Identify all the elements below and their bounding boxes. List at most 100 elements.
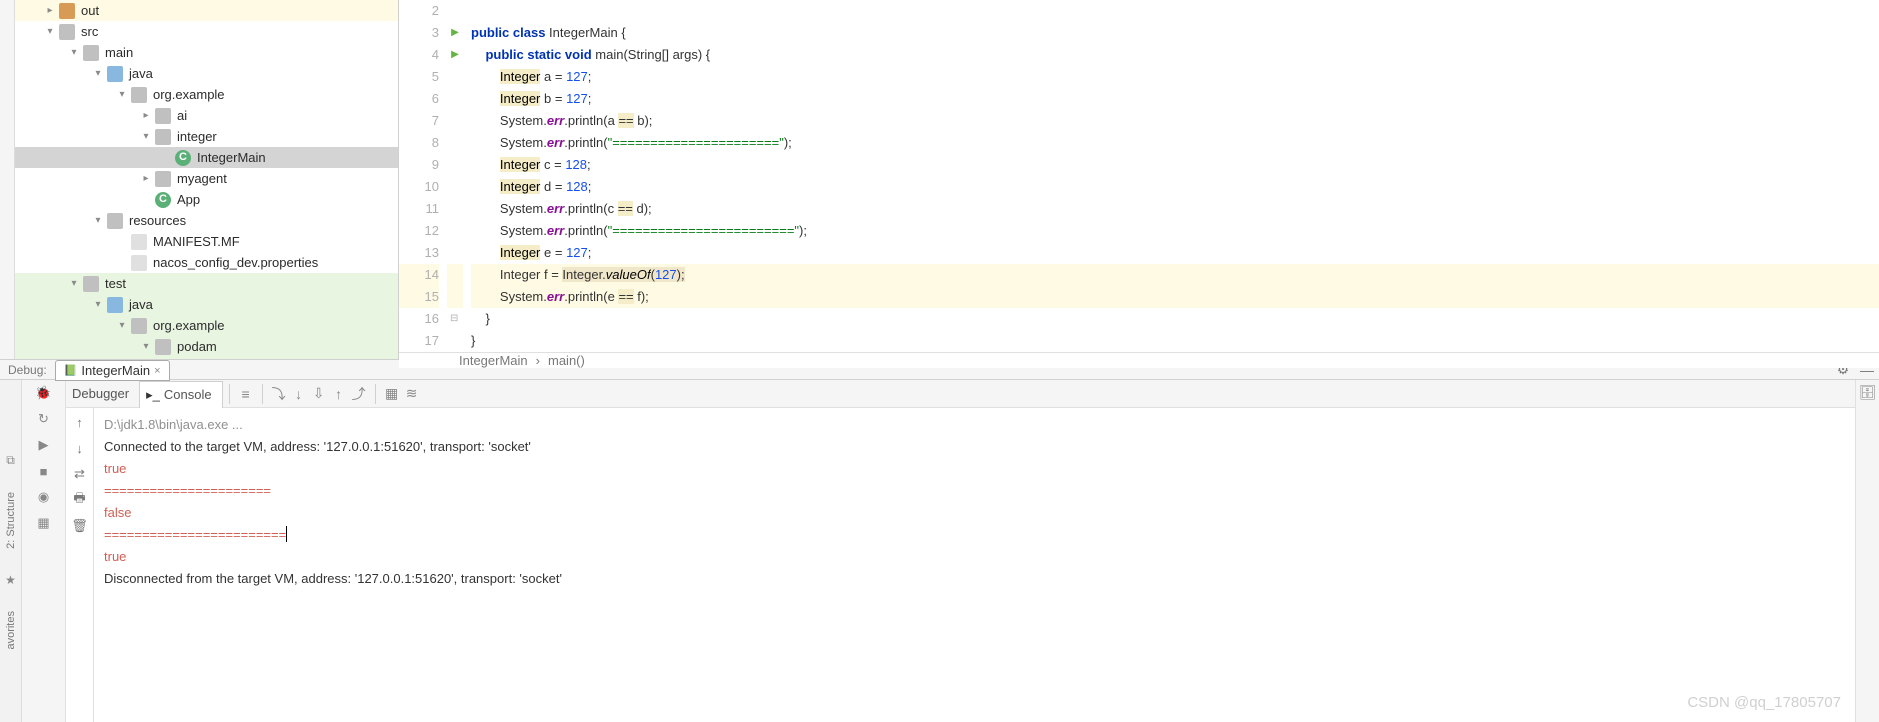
tab-label: Console [164, 387, 212, 402]
tab-console[interactable]: ▸_ Console [139, 381, 222, 409]
console-line: Connected to the target VM, address: '12… [104, 436, 1845, 458]
run-icon[interactable]: ▶ [447, 22, 463, 44]
tree-item-java[interactable]: ▾ java [15, 63, 398, 84]
console-line: true [104, 458, 1845, 480]
print-icon[interactable]: 🖶 [72, 492, 88, 508]
structure-icon[interactable]: ⧉ [6, 453, 15, 468]
tree-item-integer[interactable]: ▾ integer [15, 126, 398, 147]
project-rail[interactable] [0, 0, 15, 359]
code-editor[interactable]: 234567891011121314151617 ▶▶⊟ public clas… [399, 0, 1879, 359]
debug-tabs: Debugger ▸_ Console ≡ ⤵ ↓ ⇩ ↑ ⤴ ▦ ≋ [66, 380, 1855, 408]
layout-icon[interactable]: ▦ [35, 514, 53, 532]
chevron-down-icon: ▾ [141, 126, 151, 147]
tree-item-out[interactable]: ▸ out [15, 0, 398, 21]
tree-item-orgexample2[interactable]: ▾ org.example [15, 315, 398, 336]
file-icon [131, 255, 147, 271]
tree-item-resources[interactable]: ▾ resources [15, 210, 398, 231]
run-gutter[interactable]: ▶▶⊟ [447, 0, 463, 352]
tab-debugger[interactable]: Debugger [66, 380, 139, 408]
down-icon[interactable]: ↓ [72, 440, 88, 456]
tree-label: myagent [177, 168, 227, 189]
rerun-icon[interactable]: ↻ [35, 410, 53, 428]
chevron-down-icon: ▾ [69, 42, 79, 63]
step-over-icon[interactable]: ⤵ [269, 384, 289, 404]
chevron-right-icon: ▸ [141, 168, 151, 189]
console-line: true [104, 546, 1845, 568]
resources-icon [107, 213, 123, 229]
favorites-icon[interactable]: ★ [5, 573, 16, 587]
breadcrumb-item[interactable]: main() [548, 353, 585, 368]
database-icon[interactable]: 🗄 [1859, 384, 1877, 401]
chevron-down-icon: ▾ [141, 336, 151, 357]
chevron-down-icon: ▾ [93, 210, 103, 231]
debug-session-tab[interactable]: 📗 IntegerMain × [55, 360, 170, 381]
tree-label: App [177, 189, 200, 210]
step-into-icon[interactable]: ↓ [289, 384, 309, 404]
wrap-icon[interactable]: ⇄ [72, 466, 88, 482]
tree-item-app[interactable]: C App [15, 189, 398, 210]
tree-item-manifest[interactable]: MANIFEST.MF [15, 231, 398, 252]
chevron-right-icon: › [536, 353, 540, 368]
console-line: ======================== [104, 524, 1845, 546]
debug-tab-label: IntegerMain [81, 363, 150, 378]
drop-frame-icon[interactable]: ⤴ [349, 384, 369, 404]
package-icon [131, 318, 147, 334]
line-number-gutter: 234567891011121314151617 [399, 0, 447, 352]
evaluate-icon[interactable]: ▦ [382, 384, 402, 404]
folder-icon [83, 276, 99, 292]
tree-label: resources [129, 210, 186, 231]
tree-label: ai [177, 105, 187, 126]
filter-icon[interactable]: ≡ [236, 384, 256, 404]
tree-item-integermain[interactable]: C IntegerMain [15, 147, 398, 168]
tree-item-java2[interactable]: ▾ java [15, 294, 398, 315]
resume-icon[interactable]: ▶ [35, 436, 53, 454]
breadcrumb-item[interactable]: IntegerMain [459, 353, 528, 368]
console-output[interactable]: D:\jdk1.8\bin\java.exe ... Connected to … [94, 408, 1855, 722]
tree-item-orgexample[interactable]: ▾ org.example [15, 84, 398, 105]
clear-icon[interactable]: 🗑 [72, 518, 88, 534]
trace-icon[interactable]: ≋ [402, 384, 422, 404]
left-toolwindow-bar[interactable]: ⧉ 2: Structure ★ avorites [0, 380, 22, 722]
tab-label: Debugger [72, 386, 129, 401]
tree-item-test[interactable]: ▾ test [15, 273, 398, 294]
close-icon[interactable]: × [154, 365, 160, 377]
tree-item-podamtest[interactable]: C PodamTest [15, 357, 398, 359]
code-content[interactable]: public class IntegerMain { public static… [463, 0, 1879, 352]
file-icon [131, 234, 147, 250]
breadcrumb[interactable]: IntegerMain › main() [399, 352, 1879, 368]
favorites-label[interactable]: avorites [5, 611, 17, 650]
watermark: CSDN @qq_17805707 [1687, 692, 1841, 714]
chevron-down-icon: ▾ [45, 21, 55, 42]
package-icon [131, 87, 147, 103]
console-icon: ▸_ [146, 387, 160, 403]
run-icon[interactable]: ▶ [447, 44, 463, 66]
project-tree[interactable]: ▸ out ▾ src ▾ main ▾ java ▾ org.example … [15, 0, 399, 359]
tree-item-podam[interactable]: ▾ podam [15, 336, 398, 357]
separator [375, 384, 376, 404]
package-icon [155, 171, 171, 187]
structure-label[interactable]: 2: Structure [5, 492, 17, 549]
force-step-icon[interactable]: ⇩ [309, 384, 329, 404]
step-out-icon[interactable]: ↑ [329, 384, 349, 404]
folder-icon [107, 297, 123, 313]
package-icon [155, 339, 171, 355]
breakpoints-icon[interactable]: ◉ [35, 488, 53, 506]
tree-item-ai[interactable]: ▸ ai [15, 105, 398, 126]
up-icon[interactable]: ↑ [72, 414, 88, 430]
tree-item-src[interactable]: ▾ src [15, 21, 398, 42]
chevron-down-icon: ▾ [69, 273, 79, 294]
debug-label: Debug: [0, 363, 55, 377]
class-icon: 📗 [64, 364, 78, 377]
folder-icon [83, 45, 99, 61]
separator [262, 384, 263, 404]
tree-item-nacos[interactable]: nacos_config_dev.properties [15, 252, 398, 273]
tree-label: test [105, 273, 126, 294]
stop-icon[interactable]: ■ [35, 462, 53, 480]
debug-icon[interactable]: 🐞 [35, 384, 53, 402]
tree-label: IntegerMain [197, 147, 266, 168]
right-toolwindow-bar[interactable]: 🗄 [1855, 380, 1879, 722]
chevron-right-icon: ▸ [141, 105, 151, 126]
console-line: Disconnected from the target VM, address… [104, 568, 1845, 590]
tree-item-main[interactable]: ▾ main [15, 42, 398, 63]
tree-item-myagent[interactable]: ▸ myagent [15, 168, 398, 189]
